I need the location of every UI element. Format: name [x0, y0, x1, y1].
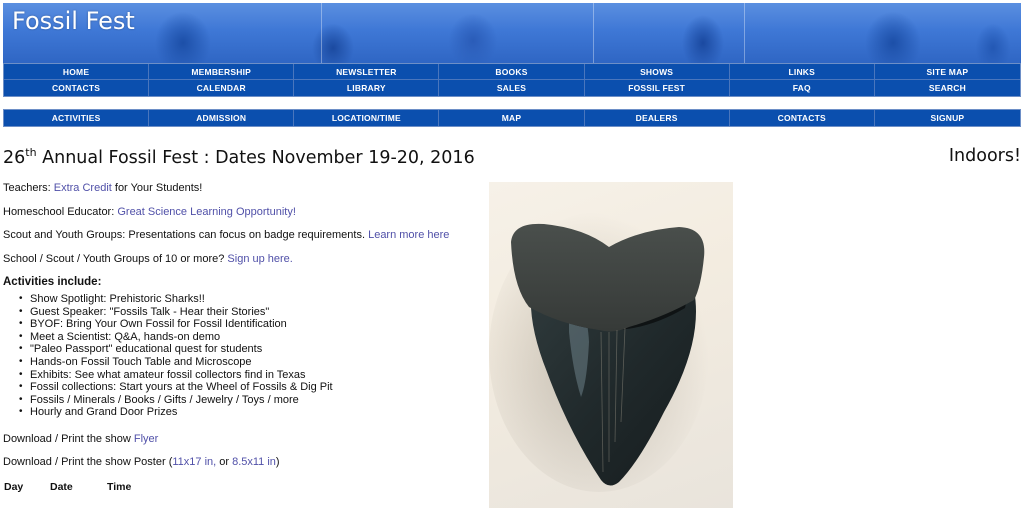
nav-books[interactable]: BOOKS — [439, 64, 585, 80]
activity-item: Hourly and Grand Door Prizes — [17, 406, 473, 419]
activities-list: Show Spotlight: Prehistoric Sharks!! Gue… — [17, 293, 473, 419]
activity-item: "Paleo Passport" educational quest for s… — [17, 343, 473, 356]
intro-text: School / Scout / Youth Groups of 10 or m… — [3, 252, 228, 265]
subnav-dealers[interactable]: DEALERS — [585, 110, 730, 126]
nav-calendar[interactable]: CALENDAR — [149, 80, 295, 96]
activity-item: Exhibits: See what amateur fossil collec… — [17, 369, 473, 382]
nav-newsletter[interactable]: NEWSLETTER — [294, 64, 440, 80]
intro-scouts: Scout and Youth Groups: Presentations ca… — [3, 227, 473, 251]
activity-item: Meet a Scientist: Q&A, hands-on demo — [17, 331, 473, 344]
intro-text: for Your Students! — [111, 182, 203, 194]
indoors-note: Indoors! — [948, 146, 1021, 166]
site-banner: Fossil Fest — [3, 3, 1021, 63]
subnav-location-time[interactable]: LOCATION/TIME — [294, 110, 440, 126]
activities-heading: Activities include: — [3, 276, 102, 288]
download-text: Download / Print the show Poster ( — [3, 456, 173, 468]
poster-11x17-link[interactable]: 11x17 in, — [172, 456, 216, 468]
science-learning-link[interactable]: Great Science Learning Opportunity! — [117, 206, 296, 218]
intro-groups: School / Scout / Youth Groups of 10 or m… — [3, 251, 473, 275]
flyer-link[interactable]: Flyer — [134, 433, 158, 445]
ordinal-number: 26 — [3, 148, 26, 168]
main-nav: HOME MEMBERSHIP NEWSLETTER BOOKS SHOWS L… — [3, 63, 1021, 97]
sign-up-link[interactable]: Sign up here. — [227, 253, 292, 265]
nav-faq[interactable]: FAQ — [730, 80, 875, 96]
poster-8-5x11-link[interactable]: 8.5x11 in — [232, 456, 276, 468]
nav-contacts[interactable]: CONTACTS — [4, 80, 150, 96]
page-title: 26th Annual Fossil Fest : Dates November… — [3, 146, 475, 168]
intro-text: Homeschool Educator: — [3, 205, 118, 218]
main-content: Teachers: Extra Credit for Your Students… — [3, 180, 473, 419]
subnav-contacts[interactable]: CONTACTS — [730, 110, 875, 126]
activity-item: Hands-on Fossil Touch Table and Microsco… — [17, 356, 473, 369]
shark-tooth-photo — [489, 182, 733, 508]
learn-more-link[interactable]: Learn more here — [368, 229, 449, 241]
download-poster: Download / Print the show Poster (11x17 … — [3, 456, 280, 468]
banner-photo-divider — [593, 3, 594, 63]
intro-teachers: Teachers: Extra Credit for Your Students… — [3, 180, 473, 204]
schedule-header-day: Day — [4, 481, 24, 493]
schedule-table-header: Day Date Time — [4, 481, 131, 493]
nav-membership[interactable]: MEMBERSHIP — [149, 64, 295, 80]
fossil-fest-subnav: ACTIVITIES ADMISSION LOCATION/TIME MAP D… — [3, 109, 1021, 127]
activity-item: Fossils / Minerals / Books / Gifts / Jew… — [17, 394, 473, 407]
nav-links[interactable]: LINKS — [729, 64, 875, 80]
download-text: Download / Print the show — [3, 433, 134, 445]
nav-home[interactable]: HOME — [4, 64, 150, 80]
subnav-activities[interactable]: ACTIVITIES — [4, 110, 150, 126]
nav-shows[interactable]: SHOWS — [584, 64, 730, 80]
activity-item: Show Spotlight: Prehistoric Sharks!! — [17, 293, 473, 306]
schedule-header-date: Date — [50, 481, 73, 493]
download-text: or — [216, 456, 233, 468]
activity-item: Fossil collections: Start yours at the W… — [17, 381, 473, 394]
nav-library[interactable]: LIBRARY — [294, 80, 440, 96]
title-text: Annual Fossil Fest : Dates November 19-2… — [36, 148, 475, 168]
banner-photo-divider — [744, 3, 745, 63]
nav-sales[interactable]: SALES — [439, 80, 585, 96]
download-text: ) — [275, 456, 280, 468]
subnav-signup[interactable]: SIGNUP — [875, 110, 1020, 126]
intro-text: Scout and Youth Groups: Presentations ca… — [3, 229, 369, 241]
activity-item: BYOF: Bring Your Own Fossil for Fossil I… — [17, 318, 473, 331]
nav-site-map[interactable]: SITE MAP — [874, 64, 1020, 80]
extra-credit-link[interactable]: Extra Credit — [54, 182, 112, 194]
nav-search[interactable]: SEARCH — [875, 80, 1020, 96]
subnav-map[interactable]: MAP — [439, 110, 585, 126]
nav-fossil-fest[interactable]: FOSSIL FEST — [585, 80, 730, 96]
site-title[interactable]: Fossil Fest — [12, 7, 135, 35]
banner-photo-divider — [321, 3, 322, 63]
activity-item: Guest Speaker: "Fossils Talk - Hear thei… — [17, 306, 473, 319]
schedule-header-time: Time — [107, 481, 132, 493]
intro-text: Teachers: — [3, 182, 54, 194]
shark-tooth-illustration — [489, 212, 709, 492]
download-flyer: Download / Print the show Flyer — [3, 433, 158, 445]
intro-homeschool: Homeschool Educator: Great Science Learn… — [3, 204, 473, 228]
ordinal-suffix: th — [25, 146, 37, 159]
subnav-admission[interactable]: ADMISSION — [149, 110, 295, 126]
